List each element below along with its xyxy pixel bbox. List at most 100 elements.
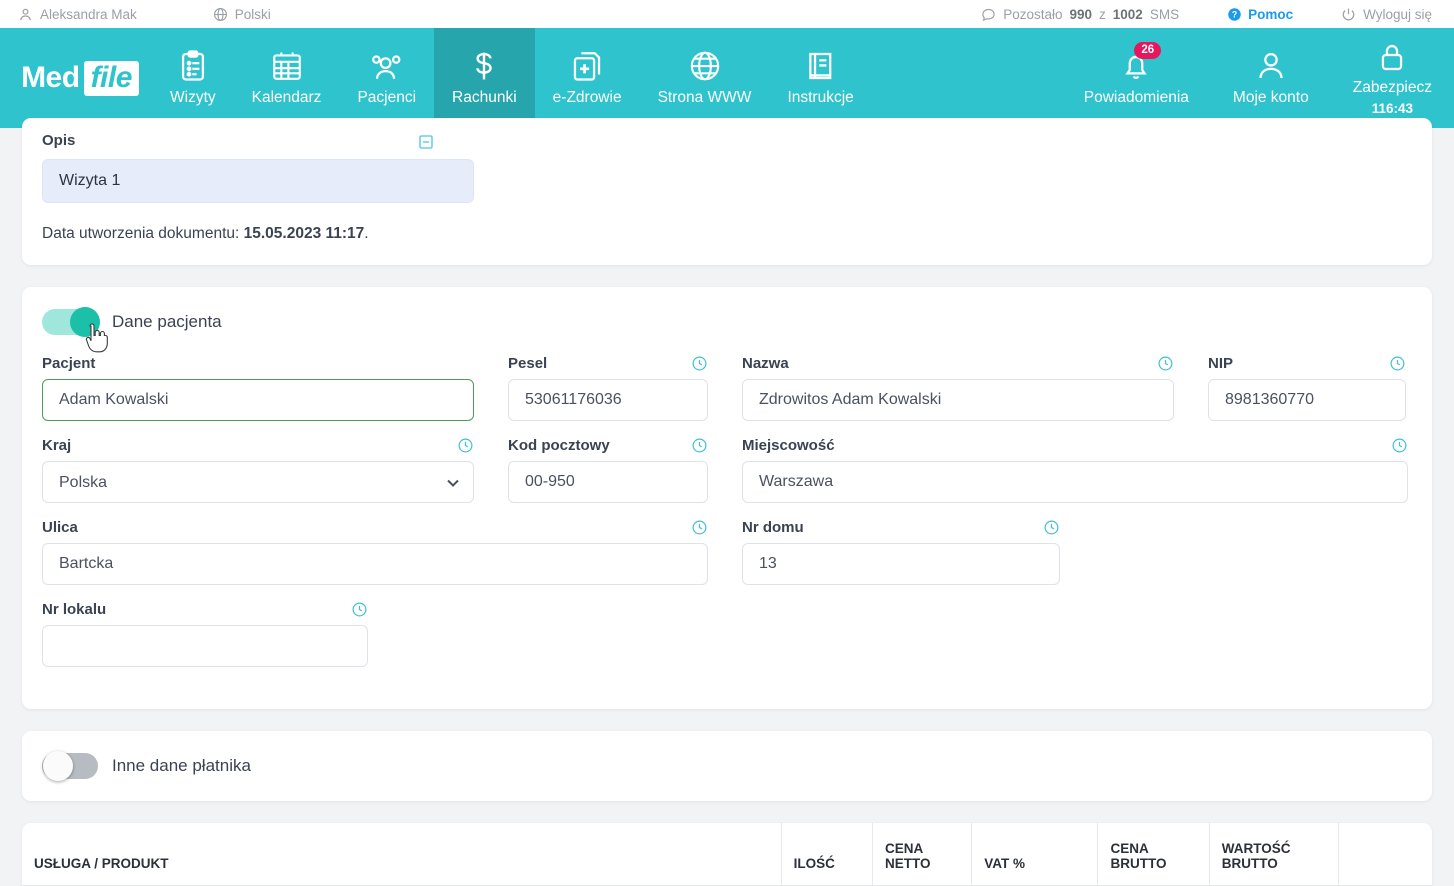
nav-item-zabezpiecz[interactable]: Zabezpiecz 116:43 xyxy=(1331,28,1454,128)
creation-date-label: Data utworzenia dokumentu: xyxy=(42,225,240,242)
table-head: USŁUGA / PRODUKT ILOŚĆ CENA NETTO VAT % … xyxy=(22,823,1432,886)
user-icon xyxy=(1254,49,1288,83)
field-label: Pacjent xyxy=(42,355,96,372)
nav-item-instrukcje[interactable]: Instrukcje xyxy=(769,28,871,128)
nav-item-rachunki[interactable]: Rachunki xyxy=(434,28,535,128)
patient-data-card: Dane pacjenta Pacjent Pesel xyxy=(22,287,1432,709)
template-icon[interactable] xyxy=(418,134,434,155)
nav-item-powiadomienia[interactable]: 26 Powiadomienia xyxy=(1062,28,1211,128)
products-table-card: USŁUGA / PRODUKT ILOŚĆ CENA NETTO VAT % … xyxy=(22,823,1432,886)
field-label: Kod pocztowy xyxy=(508,437,610,454)
history-clock-icon[interactable] xyxy=(691,355,708,372)
miejscowosc-input[interactable] xyxy=(742,461,1408,503)
globe-icon xyxy=(213,7,228,22)
nazwa-input[interactable] xyxy=(742,379,1174,421)
patient-data-toggle-row: Dane pacjenta xyxy=(42,307,1412,353)
sms-suffix: SMS xyxy=(1149,6,1180,22)
nav-label: Zabezpiecz xyxy=(1352,78,1432,96)
help-link[interactable]: ? Pomoc xyxy=(1227,7,1293,22)
description-input[interactable] xyxy=(42,159,474,203)
field-label: Pesel xyxy=(508,355,548,372)
nav-item-ezdrowie[interactable]: e-Zdrowie xyxy=(535,28,640,128)
field-label: Ulica xyxy=(42,519,78,536)
nav-label: Instrukcje xyxy=(787,89,854,106)
language-selector[interactable]: Polski xyxy=(213,7,271,22)
nav-label: Strona WWW xyxy=(657,89,752,106)
payer-toggle-row: Inne dane płatnika xyxy=(42,751,1412,781)
pacjent-input[interactable] xyxy=(42,379,474,421)
field-label: Nazwa xyxy=(742,355,789,372)
history-clock-icon[interactable] xyxy=(691,519,708,536)
nav-item-kalendarz[interactable]: Kalendarz xyxy=(234,28,340,128)
creation-date-row: Data utworzenia dokumentu: 15.05.2023 11… xyxy=(42,225,1412,243)
help-label: Pomoc xyxy=(1248,6,1294,22)
nav-label: Rachunki xyxy=(452,89,517,106)
user-account-link[interactable]: Aleksandra Mak xyxy=(18,7,137,22)
user-name: Aleksandra Mak xyxy=(40,6,137,22)
globe-icon xyxy=(688,49,722,83)
field-label: Nr lokalu xyxy=(42,601,107,618)
patient-data-toggle-label: Dane pacjenta xyxy=(112,312,222,331)
nav-label: Pacjenci xyxy=(357,89,417,106)
th-actions xyxy=(1338,823,1432,886)
creation-date-value: 15.05.2023 11:17 xyxy=(243,225,365,242)
logo-file-text: file xyxy=(83,60,139,96)
history-clock-icon[interactable] xyxy=(691,437,708,454)
field-nr-domu: Nr domu xyxy=(742,519,1060,585)
nr-domu-input[interactable] xyxy=(742,543,1060,585)
utility-bar: Aleksandra Mak Polski Pozostało 990 z 10… xyxy=(0,0,1454,28)
field-pacjent: Pacjent xyxy=(42,355,474,421)
patient-data-toggle[interactable] xyxy=(42,307,100,337)
th-vat: VAT % xyxy=(971,823,1099,886)
description-card: Opis Data utworzenia dokumentu: 15.05.20… xyxy=(22,118,1432,265)
history-clock-icon[interactable] xyxy=(351,601,368,618)
history-clock-icon[interactable] xyxy=(457,437,474,454)
nav-label: Kalendarz xyxy=(251,89,322,106)
kraj-select[interactable]: Polska xyxy=(42,461,474,503)
nr-lokalu-input[interactable] xyxy=(42,625,368,667)
th-cena-netto: CENA NETTO xyxy=(872,823,973,886)
history-clock-icon[interactable] xyxy=(1157,355,1174,372)
nav-item-wizyty[interactable]: Wizyty xyxy=(152,28,234,128)
sms-remaining: 990 xyxy=(1069,6,1093,22)
main-navigation: Med file Wizyty Kalendarz Pacjenci Rachu… xyxy=(0,28,1454,128)
field-nip: NIP xyxy=(1208,355,1406,421)
book-icon xyxy=(804,49,838,83)
nav-label: Powiadomienia xyxy=(1083,89,1189,106)
sms-total: 1002 xyxy=(1112,6,1143,22)
patient-fields-grid: Pacjent Pesel xyxy=(42,355,1412,683)
nav-item-strona-www[interactable]: Strona WWW xyxy=(640,28,770,128)
payer-data-toggle[interactable] xyxy=(42,751,98,781)
history-clock-icon[interactable] xyxy=(1389,355,1406,372)
nip-input[interactable] xyxy=(1208,379,1406,421)
field-miejscowosc: Miejscowość xyxy=(742,437,1408,503)
notification-badge: 26 xyxy=(1134,42,1162,60)
nav-item-pacjenci[interactable]: Pacjenci xyxy=(339,28,434,128)
sms-prefix: Pozostało xyxy=(1003,6,1063,22)
th-ilosc: ILOŚĆ xyxy=(781,823,873,886)
history-clock-icon[interactable] xyxy=(1043,519,1060,536)
logo[interactable]: Med file xyxy=(0,28,152,128)
history-clock-icon[interactable] xyxy=(1391,437,1408,454)
field-kraj: Kraj Polska xyxy=(42,437,474,503)
user-icon xyxy=(18,7,33,22)
description-label: Opis xyxy=(42,132,76,149)
users-icon xyxy=(370,49,404,83)
field-pesel: Pesel xyxy=(508,355,708,421)
sms-separator: z xyxy=(1099,6,1106,22)
chat-bubble-icon xyxy=(981,7,996,22)
nav-item-moje-konto[interactable]: Moje konto xyxy=(1211,28,1331,128)
products-table: USŁUGA / PRODUKT ILOŚĆ CENA NETTO VAT % … xyxy=(22,823,1432,886)
field-label: Miejscowość xyxy=(742,437,835,454)
kod-pocztowy-input[interactable] xyxy=(508,461,708,503)
pesel-input[interactable] xyxy=(508,379,708,421)
field-label: NIP xyxy=(1208,355,1234,372)
field-ulica: Ulica xyxy=(42,519,708,585)
table-header-row: USŁUGA / PRODUKT ILOŚĆ CENA NETTO VAT % … xyxy=(22,823,1432,886)
nav-items: Wizyty Kalendarz Pacjenci Rachunki e-Zdr… xyxy=(152,28,872,128)
logout-link[interactable]: Wyloguj się xyxy=(1341,7,1432,22)
th-cena-brutto: CENA BRUTTO xyxy=(1097,823,1210,886)
ulica-input[interactable] xyxy=(42,543,708,585)
field-label: Nr domu xyxy=(742,519,804,536)
nav-label: Wizyty xyxy=(170,89,216,106)
